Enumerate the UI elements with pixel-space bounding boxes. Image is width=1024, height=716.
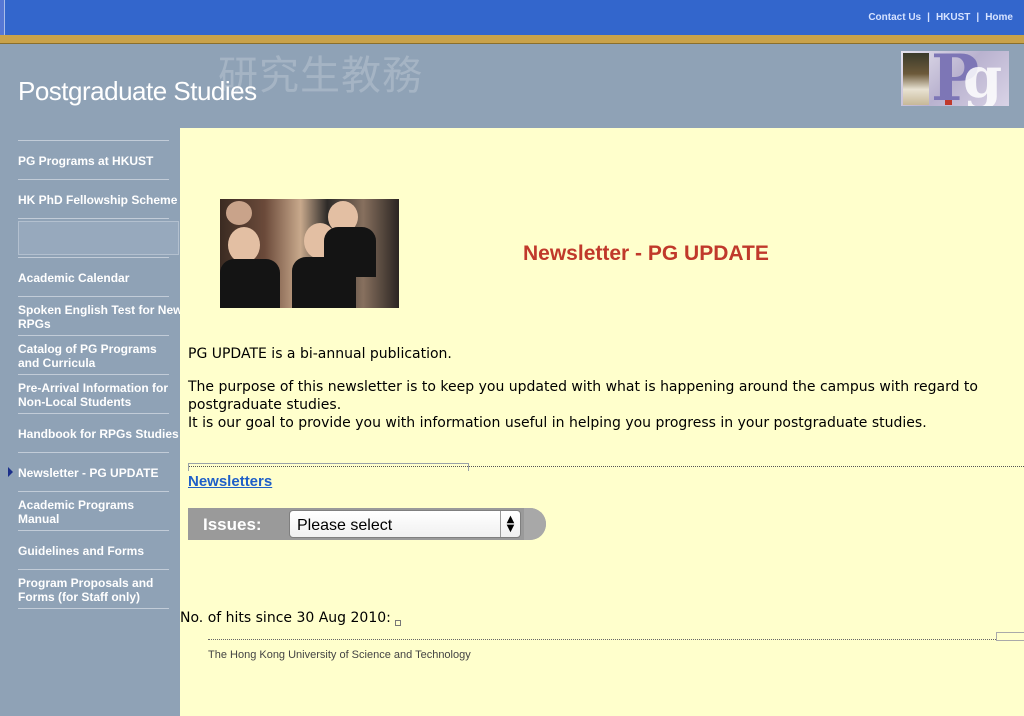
footer-tab — [996, 632, 1024, 641]
footer-text: The Hong Kong University of Science and … — [208, 649, 471, 661]
sidebar-divider — [18, 218, 169, 220]
sidebar-item-guidelines[interactable]: Guidelines and Forms — [18, 530, 169, 570]
home-link[interactable]: Home — [985, 12, 1013, 23]
counter-image-icon — [394, 620, 401, 626]
link-separator: | — [927, 12, 930, 23]
site-title[interactable]: Postgraduate Studies — [18, 76, 257, 107]
active-item-arrow-icon — [8, 467, 13, 477]
sidebar-item-phd-fellowship[interactable]: HK PhD Fellowship Scheme — [18, 179, 177, 219]
hit-counter: No. of hits since 30 Aug 2010: — [180, 610, 401, 626]
hit-counter-text: No. of hits since 30 Aug 2010: — [180, 610, 391, 626]
sidebar-item-academic-manual[interactable]: Academic Programs Manual — [18, 491, 169, 531]
contact-us-link[interactable]: Contact Us — [868, 12, 921, 23]
issues-select[interactable]: Please select ▲ ▼ — [289, 510, 521, 538]
issues-bar: Issues: Please select ▲ ▼ — [188, 508, 546, 540]
top-bar-edge — [0, 0, 5, 35]
sidebar-item-newsletter[interactable]: Newsletter - PG UPDATE — [18, 452, 169, 492]
main-content: Newsletter - PG UPDATE PG UPDATE is a bi… — [180, 128, 1024, 716]
link-separator: | — [976, 12, 980, 23]
sidebar-blank-box — [18, 221, 179, 255]
students-photo — [220, 199, 399, 308]
sidebar-item-handbook[interactable]: Handbook for RPGs Studies — [18, 413, 179, 453]
intro-text: PG UPDATE is a bi-annual publication. — [188, 346, 452, 362]
sidebar-item-academic-calendar[interactable]: Academic Calendar — [18, 257, 169, 297]
page-headline: Newsletter - PG UPDATE — [523, 242, 769, 265]
sidebar-item-catalog[interactable]: Catalog of PG Programs and Curricula — [18, 335, 169, 375]
logo-person-image — [903, 53, 929, 105]
logo-letter-g: g — [963, 51, 1003, 106]
sidebar-nav: PG Programs at HKUST HK PhD Fellowship S… — [0, 128, 182, 716]
purpose-text-line1: The purpose of this newsletter is to kee… — [188, 379, 978, 395]
issues-label: Issues: — [203, 515, 262, 534]
pg-logo[interactable]: P g — [901, 51, 1009, 106]
section-tab — [188, 463, 469, 471]
sidebar-item-program-proposals[interactable]: Program Proposals and Forms (for Staff on… — [18, 569, 169, 609]
purpose-text-line2: postgraduate studies. — [188, 397, 342, 413]
issues-bar-cap — [524, 508, 546, 540]
sidebar-item-spoken-english-test[interactable]: Spoken English Test for New RPGs — [18, 296, 182, 336]
gold-divider — [0, 35, 1024, 44]
select-updown-icon: ▲ ▼ — [500, 511, 520, 537]
issues-select-value: Please select — [297, 517, 393, 534]
goal-text: It is our goal to provide you with infor… — [188, 415, 927, 431]
newsletters-link[interactable]: Newsletters — [188, 473, 272, 490]
top-links: Contact Us | HKUST | Home — [868, 12, 1013, 23]
sidebar-item-pg-programs[interactable]: PG Programs at HKUST — [18, 140, 169, 180]
sidebar-divider — [18, 608, 169, 610]
footer-divider — [208, 639, 996, 640]
hkust-link[interactable]: HKUST — [936, 12, 970, 23]
top-bar: Contact Us | HKUST | Home — [0, 0, 1024, 35]
sidebar-item-pre-arrival[interactable]: Pre-Arrival Information for Non-Local Stu… — [18, 374, 169, 414]
